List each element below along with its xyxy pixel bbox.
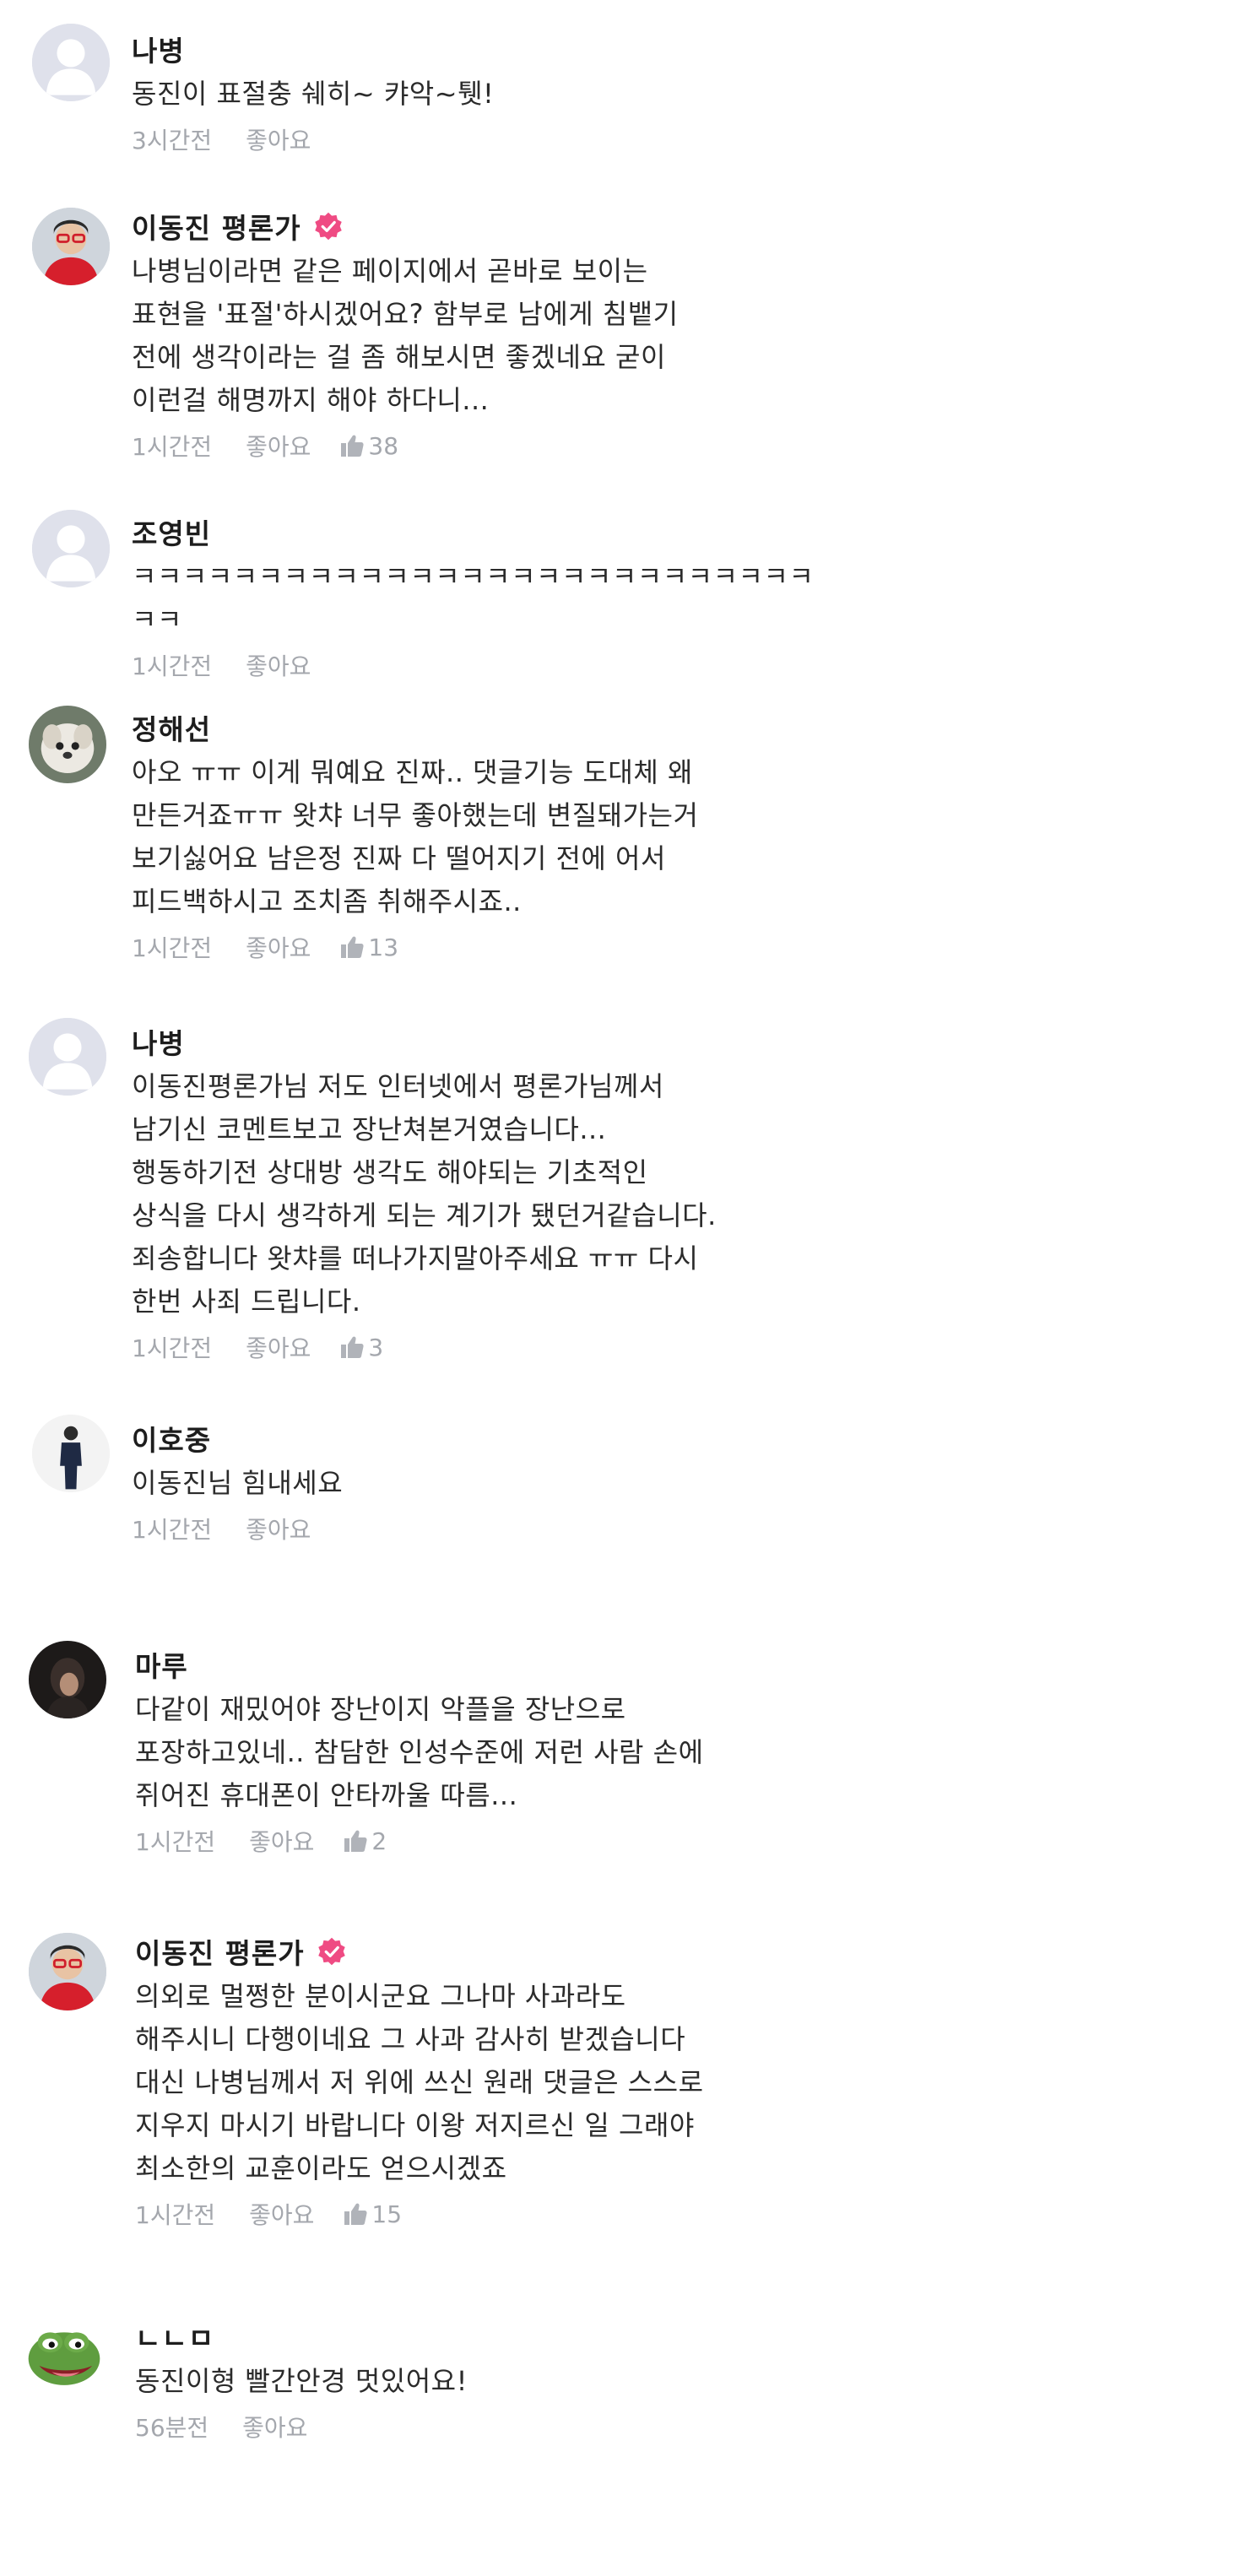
like-count: 13 bbox=[339, 934, 398, 961]
thumbs-up-icon bbox=[339, 433, 365, 458]
like-button[interactable]: 좋아요 bbox=[246, 122, 311, 156]
default-avatar-icon bbox=[32, 510, 110, 587]
comment-text: 나병님이라면 같은 페이지에서 곧바로 보이는 표현을 '표절'하시겠어요? 함… bbox=[132, 255, 679, 416]
verified-badge-icon bbox=[313, 211, 344, 241]
like-count: 38 bbox=[339, 432, 398, 460]
like-button[interactable]: 좋아요 bbox=[249, 2197, 314, 2231]
author-name[interactable]: 이호중 bbox=[132, 1418, 211, 1458]
like-button[interactable]: 좋아요 bbox=[246, 930, 311, 964]
author-name[interactable]: ㄴㄴㅁ bbox=[135, 2316, 214, 2357]
like-count: 3 bbox=[339, 1334, 383, 1361]
like-button[interactable]: 좋아요 bbox=[246, 1330, 311, 1364]
like-button[interactable]: 좋아요 bbox=[246, 429, 311, 463]
thumbs-up-icon bbox=[343, 1828, 368, 1854]
like-count: 15 bbox=[343, 2200, 402, 2228]
avatar[interactable] bbox=[29, 706, 106, 783]
dog-photo-icon bbox=[29, 706, 106, 783]
thumbs-up-icon bbox=[339, 1334, 365, 1360]
like-button[interactable]: 좋아요 bbox=[246, 1512, 311, 1545]
comment-text: 동진이 표절충 쉐히~ 캬악~퉷! bbox=[132, 78, 495, 110]
avatar[interactable] bbox=[32, 510, 110, 587]
avatar[interactable] bbox=[25, 2316, 103, 2394]
like-button[interactable]: 좋아요 bbox=[246, 648, 311, 682]
like-count: 2 bbox=[343, 1827, 387, 1855]
person-photo-icon bbox=[32, 1415, 110, 1492]
default-avatar-icon bbox=[32, 24, 110, 101]
author-name[interactable]: 조영빈 bbox=[132, 511, 211, 552]
avatar[interactable] bbox=[32, 1415, 110, 1492]
timestamp: 1시간전 bbox=[132, 934, 213, 962]
author-name[interactable]: 정해선 bbox=[132, 707, 211, 748]
timestamp: 1시간전 bbox=[135, 1828, 216, 1856]
timestamp: 1시간전 bbox=[132, 652, 213, 680]
avatar[interactable] bbox=[29, 1018, 106, 1096]
avatar[interactable] bbox=[29, 1641, 106, 1718]
avatar[interactable] bbox=[32, 208, 110, 285]
comment-text: 의외로 멀쩡한 분이시군요 그나마 사과라도 해주시니 다행이네요 그 사과 감… bbox=[135, 1980, 704, 2184]
author-name[interactable]: 나병 bbox=[132, 1021, 185, 1062]
comment-text: 동진이형 빨간안경 멋있어요! bbox=[135, 2365, 468, 2397]
comment-text: ㅋㅋㅋㅋㅋㅋㅋㅋㅋㅋㅋㅋㅋㅋㅋㅋㅋㅋㅋㅋㅋㅋㅋㅋㅋㅋㅋ ㅋㅋ bbox=[132, 560, 815, 636]
default-avatar-icon bbox=[29, 1018, 106, 1096]
author-name[interactable]: 이동진 평론가 bbox=[135, 1931, 305, 1972]
timestamp: 1시간전 bbox=[132, 1516, 213, 1544]
verified-badge-icon bbox=[317, 1936, 347, 1967]
user-photo-icon bbox=[29, 1933, 106, 2010]
avatar[interactable] bbox=[32, 24, 110, 101]
avatar[interactable] bbox=[29, 1933, 106, 2010]
like-button[interactable]: 좋아요 bbox=[242, 2410, 307, 2443]
comment-text: 다같이 재밌어야 장난이지 악플을 장난으로 포장하고있네.. 참담한 인성수준… bbox=[135, 1693, 704, 1811]
comment-text: 아오 ㅠㅠ 이게 뭐예요 진짜.. 댓글기능 도대체 왜 만든거죠ㅠㅠ 왓챠 너… bbox=[132, 756, 699, 917]
timestamp: 3시간전 bbox=[132, 127, 213, 154]
author-name[interactable]: 나병 bbox=[132, 29, 185, 69]
author-name[interactable]: 이동진 평론가 bbox=[132, 206, 301, 246]
timestamp: 56분전 bbox=[135, 2414, 209, 2442]
like-button[interactable]: 좋아요 bbox=[249, 1824, 314, 1858]
author-name[interactable]: 마루 bbox=[135, 1644, 188, 1685]
thumbs-up-icon bbox=[339, 934, 365, 960]
comment-text: 이동진평론가님 저도 인터넷에서 평론가님께서 남기신 코멘트보고 장난쳐본거였… bbox=[132, 1070, 717, 1318]
timestamp: 1시간전 bbox=[135, 2201, 216, 2229]
frog-avatar-icon bbox=[25, 2316, 103, 2394]
person-photo-icon bbox=[29, 1641, 106, 1718]
user-photo-icon bbox=[32, 208, 110, 285]
comment-text: 이동진님 힘내세요 bbox=[132, 1467, 344, 1499]
thumbs-up-icon bbox=[343, 2201, 368, 2227]
timestamp: 1시간전 bbox=[132, 1334, 213, 1362]
timestamp: 1시간전 bbox=[132, 433, 213, 461]
